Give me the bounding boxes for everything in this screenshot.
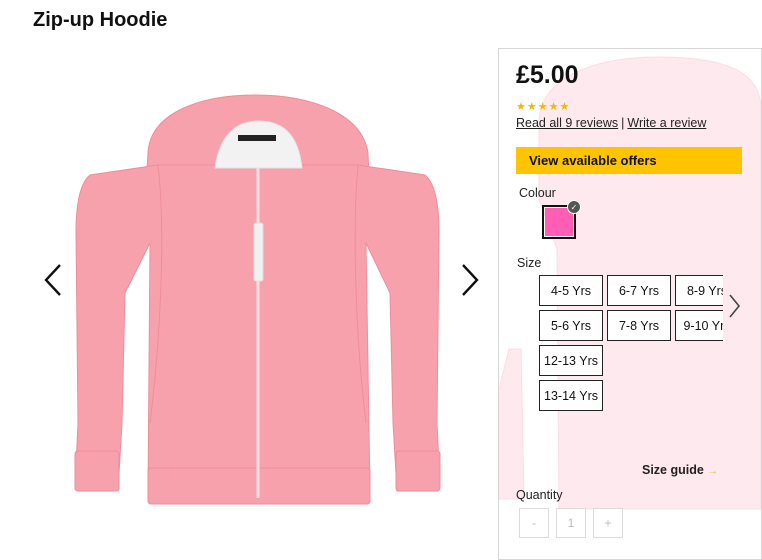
size-option[interactable]: 6-7 Yrs [607,275,671,306]
size-guide-link[interactable]: Size guide → [642,463,718,477]
size-option[interactable]: 9-10 Yrs [675,310,723,341]
size-option[interactable]: 5-6 Yrs [539,310,603,341]
quantity-label: Quantity [516,488,563,502]
product-price: £5.00 [516,61,579,89]
quantity-increase-button[interactable]: + [593,508,623,538]
quantity-input[interactable]: 1 [556,508,586,538]
previous-image-button[interactable] [38,258,68,302]
review-separator: | [621,116,625,130]
colour-swatch-pink[interactable]: ✓ [542,200,581,239]
product-gallery [0,48,498,552]
star-rating: ★★★★★ [516,101,571,113]
read-reviews-link[interactable]: Read all 9 reviews [516,116,618,130]
colour-label: Colour [519,186,556,200]
size-option[interactable]: 4-5 Yrs [539,275,603,306]
buy-panel: £5.00 ★★★★★ Read all 9 reviews | Write a r… [498,48,762,560]
review-links: Read all 9 reviews | Write a review [516,116,706,130]
size-option[interactable]: 13-14 Yrs [539,380,603,411]
chevron-left-icon [44,264,61,296]
size-option[interactable]: 7-8 Yrs [607,310,671,341]
check-icon: ✓ [567,200,581,214]
product-image [74,94,441,505]
chevron-right-icon [462,264,479,296]
quantity-decrease-button[interactable]: - [519,508,549,538]
page-title: Zip-up Hoodie [33,9,168,31]
size-option[interactable]: 8-9 Yrs [675,275,723,306]
size-scroll-next-button[interactable] [727,293,741,319]
view-offers-button[interactable]: View available offers [516,147,742,174]
size-options: 4-5 Yrs 6-7 Yrs 8-9 Yrs 5-6 Yrs 7-8 Yrs … [539,275,723,413]
next-image-button[interactable] [455,258,485,302]
chevron-right-icon [729,294,741,318]
size-label: Size [517,256,542,270]
size-guide-label: Size guide [642,463,704,477]
arrow-right-icon: → [707,466,718,477]
size-option[interactable]: 12-13 Yrs [539,345,603,376]
write-review-link[interactable]: Write a review [627,116,706,130]
